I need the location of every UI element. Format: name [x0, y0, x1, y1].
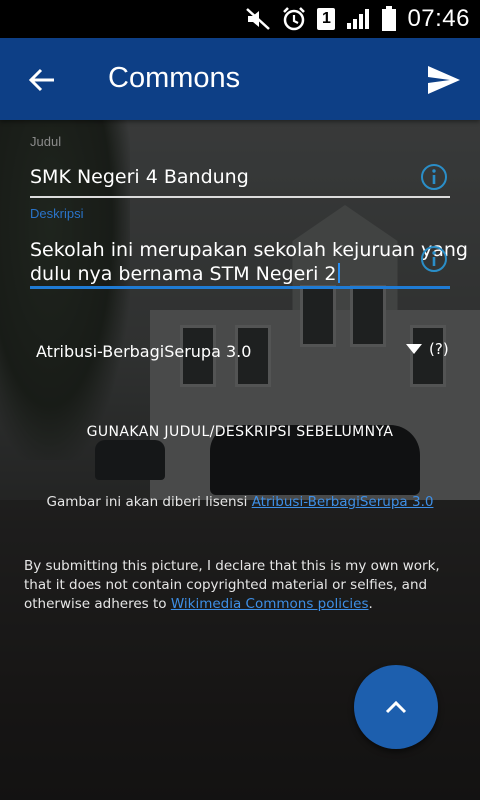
mute-icon	[245, 7, 271, 31]
license-selected: Atribusi-BerbagiSerupa 3.0	[36, 341, 252, 361]
description-input[interactable]: Sekolah ini merupakan sekolah kejuruan y…	[30, 238, 468, 286]
declaration-text: By submitting this picture, I declare th…	[24, 557, 460, 614]
use-previous-button[interactable]: GUNAKAN JUDUL/DESKRIPSI SEBELUMNYA	[0, 410, 480, 454]
battery-icon	[381, 6, 397, 32]
alarm-icon	[281, 6, 307, 32]
upload-form: Judul SMK Negeri 4 Bandung Deskripsi Sek…	[0, 120, 480, 800]
chevron-up-icon	[385, 700, 407, 714]
declaration-suffix: .	[368, 596, 373, 612]
expand-fab[interactable]	[354, 665, 438, 749]
description-line-2: dulu nya bernama STM Negeri 2	[30, 263, 337, 285]
license-note: Gambar ini akan diberi lisensi Atribusi-…	[0, 494, 480, 510]
license-dropdown[interactable]: Atribusi-BerbagiSerupa 3.0 (?)	[36, 336, 450, 366]
status-bar: 1 07:46	[0, 0, 480, 38]
commons-policies-link[interactable]: Wikimedia Commons policies	[171, 596, 369, 612]
title-input[interactable]: SMK Negeri 4 Bandung	[30, 165, 249, 189]
title-info-icon[interactable]	[420, 163, 448, 191]
app-title: Commons	[108, 62, 241, 94]
description-info-icon[interactable]	[420, 245, 448, 273]
license-note-text: Gambar ini akan diberi lisensi	[46, 494, 252, 510]
license-help-link[interactable]: (?)	[429, 340, 449, 358]
send-button[interactable]	[422, 60, 466, 100]
sim-badge: 1	[317, 8, 336, 30]
caret-down-icon	[406, 344, 422, 354]
description-underline	[30, 286, 450, 289]
license-link[interactable]: Atribusi-BerbagiSerupa 3.0	[252, 494, 434, 510]
description-line-1: Sekolah ini merupakan sekolah kejuruan y…	[30, 239, 468, 261]
clock: 07:46	[407, 5, 470, 32]
arrow-back-icon	[28, 68, 54, 92]
send-icon	[428, 66, 460, 94]
app-bar: Commons	[0, 38, 480, 120]
back-button[interactable]	[22, 60, 62, 100]
signal-icon	[345, 7, 371, 31]
title-label: Judul	[30, 134, 62, 149]
description-label: Deskripsi	[30, 206, 84, 221]
text-cursor	[337, 263, 340, 283]
title-underline	[30, 196, 450, 198]
